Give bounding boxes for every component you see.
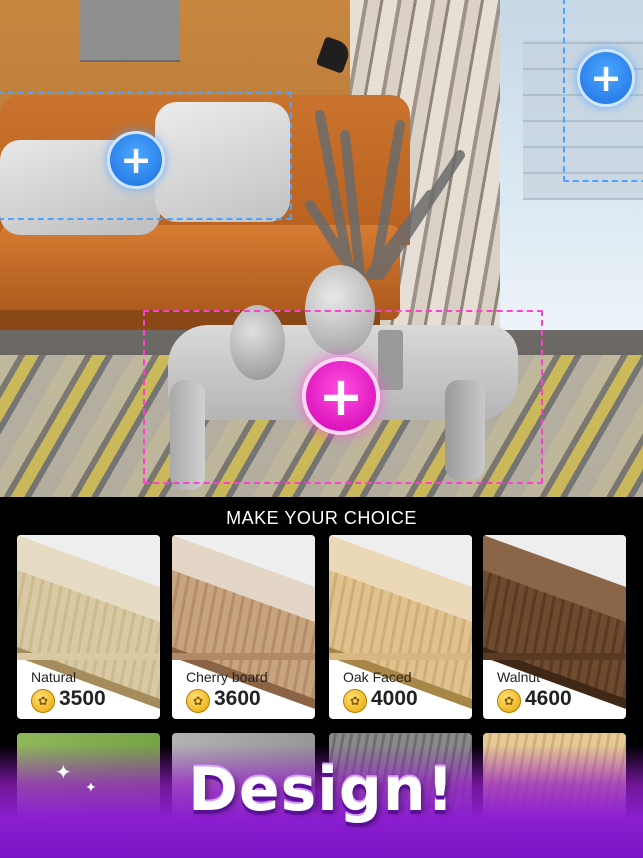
add-pillow-button[interactable]: + xyxy=(107,131,165,189)
add-window-button[interactable]: + xyxy=(577,49,635,107)
room-scene: + + + xyxy=(0,0,643,497)
plus-icon: + xyxy=(120,138,152,182)
wood-color-bar xyxy=(329,653,472,660)
option-card-cherry-board[interactable]: Cherry board ✿ 3600 xyxy=(172,535,315,719)
option-price: 4000 xyxy=(371,687,418,710)
plus-icon: + xyxy=(318,364,364,428)
panel-title: MAKE YOUR CHOICE xyxy=(226,508,417,528)
wood-color-bar xyxy=(17,653,160,660)
coin-icon: ✿ xyxy=(186,689,210,713)
option-card-oak-faced[interactable]: Oak Faced ✿ 4000 xyxy=(329,535,472,719)
option-name: Walnut xyxy=(497,669,541,685)
wood-swatch xyxy=(172,535,315,716)
option-name: Cherry board xyxy=(186,669,268,685)
wood-color-bar xyxy=(172,653,315,660)
banner-title: Design! xyxy=(188,755,455,825)
wood-swatch xyxy=(329,535,472,716)
option-card-natural[interactable]: Natural ✿ 3500 xyxy=(17,535,160,719)
option-card-walnut[interactable]: Walnut ✿ 4600 xyxy=(483,535,626,719)
coin-icon: ✿ xyxy=(31,689,55,713)
coin-icon: ✿ xyxy=(497,689,521,713)
option-name: Natural xyxy=(31,669,77,685)
option-price: 4600 xyxy=(525,687,572,710)
pampas-grass-decor xyxy=(305,110,465,280)
wood-swatch xyxy=(17,535,160,716)
coin-icon: ✿ xyxy=(343,689,367,713)
option-price: 3500 xyxy=(59,687,106,710)
option-name: Oak Faced xyxy=(343,669,412,685)
floor-lamp xyxy=(315,36,353,74)
plus-icon: + xyxy=(590,56,622,100)
add-table-button[interactable]: + xyxy=(302,357,380,435)
option-price: 3600 xyxy=(214,687,261,710)
wood-swatch xyxy=(483,535,626,716)
wall-picture-frame xyxy=(80,0,180,62)
wood-color-bar xyxy=(483,653,626,660)
